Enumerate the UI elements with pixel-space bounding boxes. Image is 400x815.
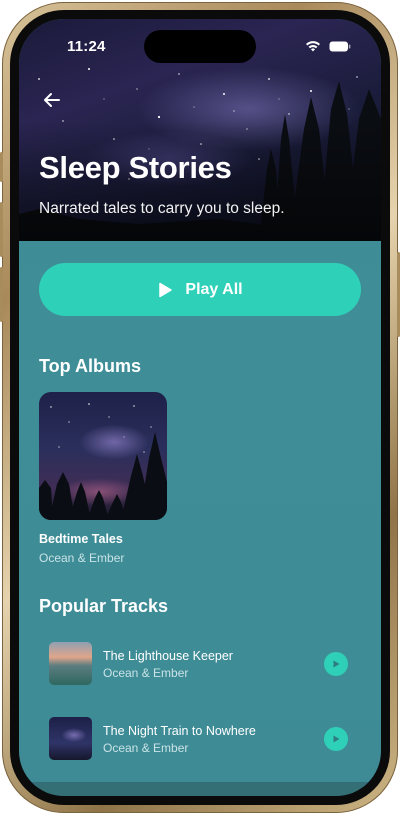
bottom-fade — [19, 782, 381, 796]
track-play-button[interactable] — [324, 727, 348, 751]
album-card[interactable]: Bedtime Tales Ocean & Ember — [39, 392, 167, 565]
night-sky-thumbnail — [49, 717, 92, 760]
forest-night-image — [39, 403, 167, 520]
play-all-label: Play All — [185, 280, 243, 298]
ocean-sunset-thumbnail — [49, 642, 92, 685]
page-subtitle: Narrated tales to carry you to sleep. — [39, 200, 285, 217]
volume-up-button — [0, 202, 3, 257]
status-time: 11:24 — [67, 38, 106, 55]
arrow-left-icon — [44, 93, 60, 107]
battery-icon — [329, 41, 351, 51]
album-title: Bedtime Tales — [39, 532, 123, 546]
back-button[interactable] — [39, 87, 65, 113]
wifi-icon — [306, 41, 320, 52]
track-artist: Ocean & Ember — [103, 741, 189, 755]
album-artwork — [39, 392, 167, 520]
popular-tracks-heading: Popular Tracks — [39, 596, 169, 616]
silent-switch — [0, 152, 3, 182]
track-row[interactable]: The Lighthouse Keeper Ocean & Ember — [49, 642, 349, 686]
track-title: The Lighthouse Keeper — [103, 649, 233, 663]
app-screen: 11:24 Sleep Stories Narrated tales to ca… — [19, 19, 381, 796]
play-icon — [159, 282, 173, 297]
track-row[interactable]: The Night Train to Nowhere Ocean & Ember — [49, 717, 349, 761]
track-play-button[interactable] — [324, 652, 348, 676]
track-artist: Ocean & Ember — [103, 666, 189, 680]
track-title: The Night Train to Nowhere — [103, 724, 256, 738]
volume-down-button — [0, 267, 3, 322]
play-icon — [333, 735, 340, 743]
page-title: Sleep Stories — [39, 150, 232, 185]
status-icons — [305, 40, 351, 52]
album-artist: Ocean & Ember — [39, 551, 125, 565]
play-icon — [333, 660, 340, 668]
top-albums-heading: Top Albums — [39, 356, 141, 376]
dynamic-island — [144, 30, 256, 63]
play-all-button[interactable]: Play All — [39, 263, 361, 316]
